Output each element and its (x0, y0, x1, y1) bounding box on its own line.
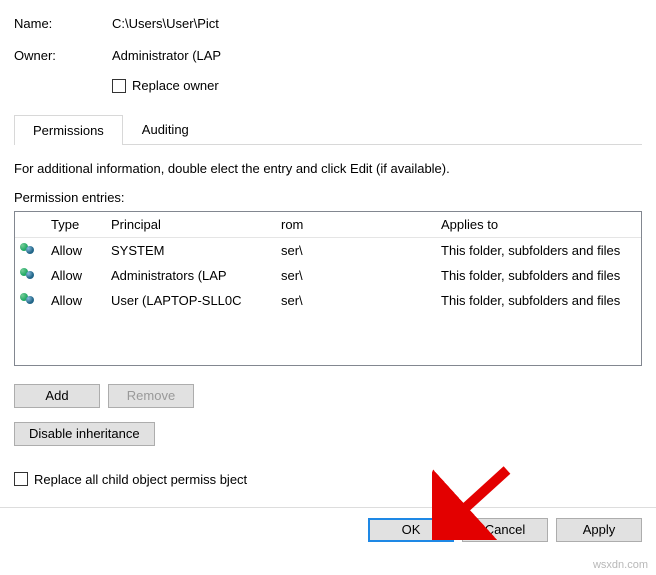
name-row: Name: C:\Users\User\Pict (14, 12, 642, 34)
owner-value: Administrator (LAP (112, 48, 642, 63)
tab-permissions[interactable]: Permissions (14, 115, 123, 145)
watermark: wsxdn.com (593, 559, 648, 571)
users-icon (20, 267, 38, 281)
checkbox-icon (14, 472, 28, 486)
permission-entries-label: Permission entries: (14, 190, 642, 205)
cell-from: ser\ (273, 288, 433, 313)
footer-buttons: OK Cancel Apply (14, 508, 642, 542)
name-label: Name: (14, 16, 112, 31)
tab-bar: Permissions Auditing (14, 114, 642, 145)
replace-child-checkbox[interactable]: Replace all child object permiss bject (14, 472, 247, 487)
cell-from: ser\ (273, 263, 433, 288)
table-row[interactable]: Allow User (LAPTOP-SLL0C ser\ This folde… (15, 288, 641, 313)
name-value: C:\Users\User\Pict (112, 16, 642, 31)
users-icon (20, 242, 38, 256)
cell-applies: This folder, subfolders and files (433, 288, 641, 313)
cell-principal: Administrators (LAP (103, 263, 273, 288)
info-text: For additional information, double elect… (14, 161, 642, 176)
header-icon (15, 212, 43, 238)
checkbox-icon (112, 79, 126, 93)
cell-principal: SYSTEM (103, 237, 273, 263)
header-from[interactable]: rom (273, 212, 433, 238)
cell-type: Allow (43, 237, 103, 263)
table-row[interactable]: Allow Administrators (LAP ser\ This fold… (15, 263, 641, 288)
cancel-button[interactable]: Cancel (462, 518, 548, 542)
permission-entries-list[interactable]: Type Principal rom Applies to Allow SYST… (14, 211, 642, 366)
header-applies[interactable]: Applies to (433, 212, 641, 238)
entry-buttons: Add Remove (14, 384, 642, 408)
replace-child-label: Replace all child object permiss bject (34, 472, 247, 487)
replace-owner-checkbox[interactable]: Replace owner (112, 78, 219, 93)
cell-applies: This folder, subfolders and files (433, 263, 641, 288)
table-row[interactable]: Allow SYSTEM ser\ This folder, subfolder… (15, 237, 641, 263)
remove-button[interactable]: Remove (108, 384, 194, 408)
cell-type: Allow (43, 263, 103, 288)
permission-table: Type Principal rom Applies to Allow SYST… (15, 212, 641, 313)
owner-row: Owner: Administrator (LAP (14, 44, 642, 66)
cell-principal: User (LAPTOP-SLL0C (103, 288, 273, 313)
disable-inheritance-button[interactable]: Disable inheritance (14, 422, 155, 446)
ok-button[interactable]: OK (368, 518, 454, 542)
cell-type: Allow (43, 288, 103, 313)
inheritance-row: Disable inheritance (14, 422, 642, 446)
table-header-row: Type Principal rom Applies to (15, 212, 641, 238)
header-principal[interactable]: Principal (103, 212, 273, 238)
apply-button[interactable]: Apply (556, 518, 642, 542)
tab-auditing[interactable]: Auditing (123, 114, 208, 144)
cell-applies: This folder, subfolders and files (433, 237, 641, 263)
add-button[interactable]: Add (14, 384, 100, 408)
owner-label: Owner: (14, 48, 112, 63)
users-icon (20, 292, 38, 306)
header-type[interactable]: Type (43, 212, 103, 238)
cell-from: ser\ (273, 237, 433, 263)
replace-owner-label: Replace owner (132, 78, 219, 93)
advanced-security-dialog: Name: C:\Users\User\Pict Owner: Administ… (0, 0, 656, 575)
